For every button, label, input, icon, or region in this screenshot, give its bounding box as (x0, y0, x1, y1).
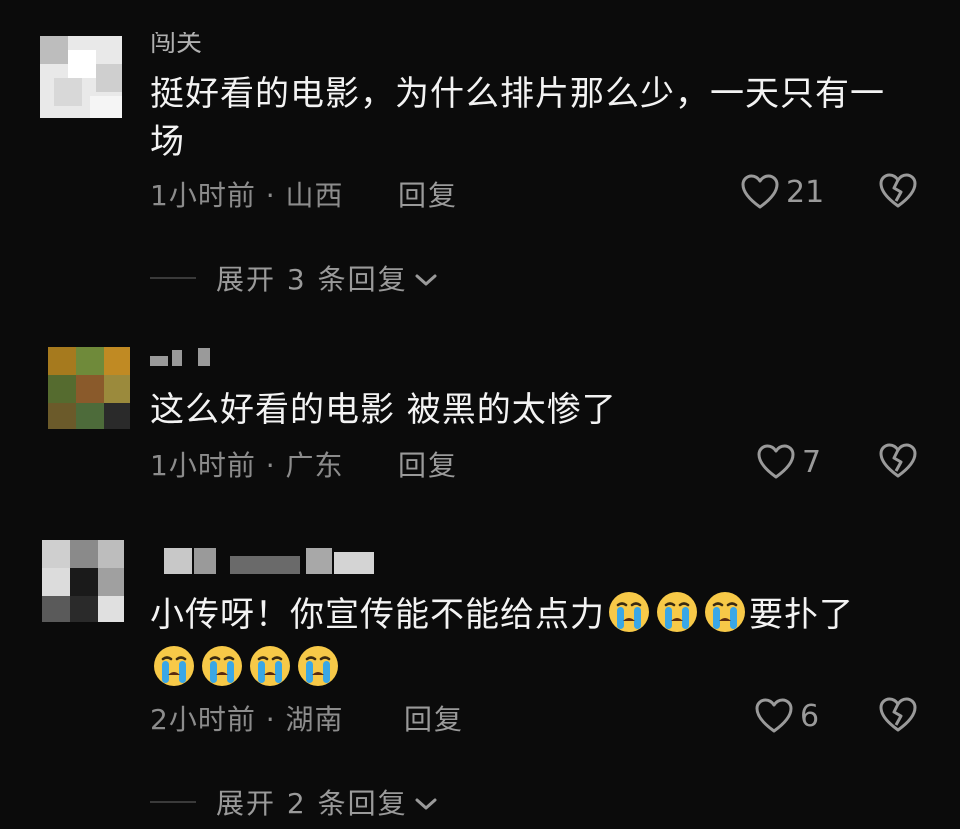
comment-text: 小传呀！你宣传能不能给点力 要扑了 (150, 588, 900, 696)
comment-meta: 2小时前 · 湖南 (150, 703, 344, 736)
username-redaction (198, 348, 210, 366)
crying-face-emoji (248, 644, 292, 688)
comment-text: 挺好看的电影，为什么排片那么少，一天只有一场 (150, 74, 885, 162)
like-button[interactable]: 7 (756, 442, 821, 482)
username-redaction (194, 548, 216, 574)
chevron-down-icon (414, 786, 438, 819)
chevron-down-icon (414, 262, 438, 295)
comment-text: 这么好看的电影 被黑的太惨了 (150, 390, 617, 430)
username-redaction (306, 548, 332, 574)
expand-label: 展开 2 条回复 (216, 787, 408, 820)
heart-icon (756, 443, 796, 481)
crying-face-emoji (200, 644, 244, 688)
like-button[interactable]: 6 (754, 696, 819, 736)
username-redaction (334, 552, 374, 574)
username-label: 闯关 (150, 32, 203, 58)
crying-face-emoji (703, 590, 747, 634)
crying-face-emoji (655, 590, 699, 634)
username-redaction (230, 556, 300, 574)
divider (150, 801, 196, 803)
broken-heart-icon (878, 696, 918, 734)
reply-button[interactable]: 回复 (398, 174, 458, 214)
dislike-button[interactable] (878, 696, 918, 734)
avatar[interactable] (48, 347, 130, 429)
heart-icon (740, 173, 780, 211)
comment-meta: 1小时前 · 山西 (150, 179, 344, 212)
like-count: 21 (786, 174, 825, 210)
username[interactable]: 闯关 (150, 32, 230, 58)
broken-heart-icon (878, 442, 918, 480)
like-count: 7 (802, 444, 822, 480)
dislike-button[interactable] (878, 172, 918, 210)
broken-heart-icon (878, 172, 918, 210)
divider (150, 277, 196, 279)
dislike-button[interactable] (878, 442, 918, 480)
expand-label: 展开 3 条回复 (216, 263, 408, 296)
username-redaction (150, 356, 168, 366)
expand-replies[interactable]: 展开 2 条回复 (150, 782, 438, 822)
reply-button[interactable]: 回复 (398, 444, 458, 484)
avatar[interactable] (42, 540, 124, 622)
crying-face-emoji (296, 644, 340, 688)
expand-replies[interactable]: 展开 3 条回复 (150, 258, 438, 298)
crying-face-emoji (607, 590, 651, 634)
avatar[interactable] (40, 36, 122, 118)
username[interactable] (150, 346, 220, 372)
username-redaction (164, 548, 192, 574)
reply-button[interactable]: 回复 (404, 698, 464, 738)
like-count: 6 (800, 698, 820, 734)
username[interactable] (150, 548, 380, 574)
heart-icon (754, 697, 794, 735)
like-button[interactable]: 21 (740, 172, 824, 212)
crying-face-emoji (152, 644, 196, 688)
username-redaction (172, 350, 182, 366)
comment-meta: 1小时前 · 广东 (150, 449, 344, 482)
